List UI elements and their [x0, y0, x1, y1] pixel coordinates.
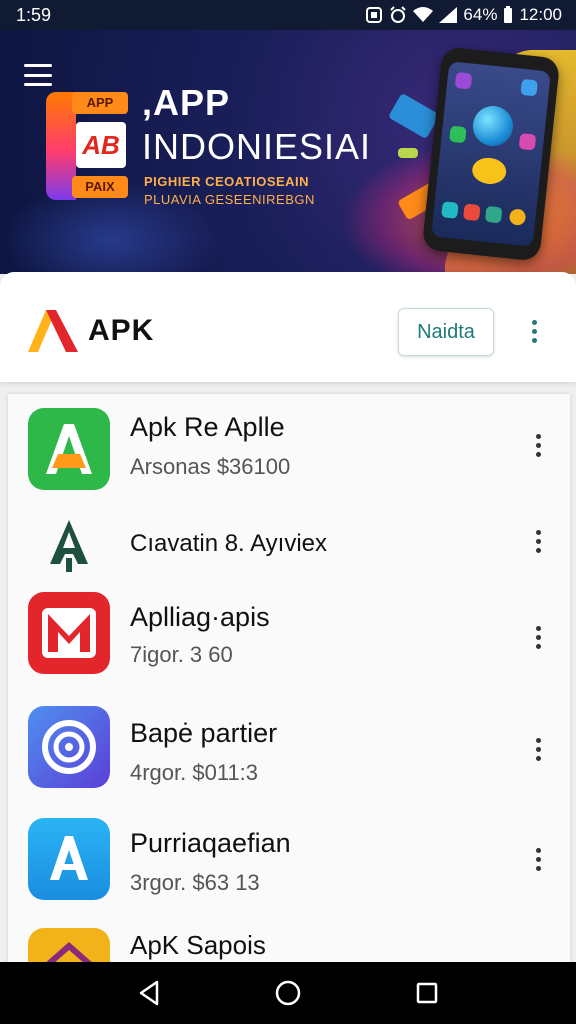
floating-card-blue [387, 92, 441, 140]
list-item[interactable]: Bapė partier 4rgor. $011:3 [8, 700, 570, 810]
app-title: Apk Re Aplle [130, 412, 285, 442]
status-time-right: 12:00 [519, 5, 562, 24]
globe-icon [470, 104, 515, 149]
header-more-icon[interactable] [532, 320, 538, 343]
hero-title-line1: ,APP [142, 82, 231, 123]
hero-badge: APP AB PAIX [46, 92, 130, 200]
phone-screen [431, 61, 551, 247]
app-title: Aplliag·apis [130, 602, 270, 632]
apk-logo-icon [28, 310, 78, 352]
app-list: Apk Re Aplle Arsonas $36100 Cıavatin 8. … [8, 394, 570, 964]
app-icon-pink [518, 132, 537, 151]
badge-mid-label: AB [76, 122, 126, 168]
badge-bottom-label: PAIX [72, 176, 128, 198]
hero-banner[interactable]: APP AB PAIX ,APP INDONIESIAI PIGHIER CEO… [0, 30, 576, 274]
phone-illustration [421, 46, 561, 262]
app-header: APK Naidta [0, 272, 576, 382]
back-nav-button[interactable] [129, 973, 169, 1013]
list-item[interactable]: Aplliag·apis 7igor. 3 60 [8, 588, 570, 698]
item-more-icon[interactable] [536, 530, 542, 553]
spiral-icon [28, 706, 110, 788]
battery-percent: 64% [463, 5, 498, 24]
wifi-icon [413, 7, 434, 22]
signal-icon [439, 7, 458, 23]
list-item[interactable]: Purriaqaefian 3rgor. $63 13 [8, 812, 570, 922]
house-icon [28, 928, 110, 964]
app-subtitle: 4rgor. $011:3 [130, 760, 259, 785]
app-title: ApK Sapois [130, 930, 266, 960]
item-more-icon[interactable] [536, 848, 542, 871]
recents-square-icon [416, 982, 437, 1004]
app-title: Purriaqaefian [130, 828, 291, 858]
item-more-icon[interactable] [536, 434, 542, 457]
brand-name: APK [88, 314, 155, 347]
app-icon-blue [520, 78, 538, 97]
tree-a-icon [28, 506, 110, 588]
home-nav-button[interactable] [268, 973, 308, 1013]
app-title: Cıavatin 8. Ayıviex [130, 530, 327, 557]
alarm-icon [390, 6, 407, 23]
status-bar: 1:59 64% 12:00 [0, 0, 576, 30]
app-subtitle: 3rgor. $63 13 [130, 870, 260, 895]
battery-icon [504, 6, 513, 23]
app-icon-cyan [441, 201, 459, 219]
home-circle-icon [275, 980, 301, 1006]
system-nav-bar [0, 962, 576, 1024]
emoji-icon [470, 156, 508, 186]
item-more-icon[interactable] [536, 738, 542, 761]
back-triangle-icon [140, 980, 159, 1006]
list-item[interactable]: Apk Re Aplle Arsonas $36100 [8, 394, 570, 504]
header-action-button[interactable]: Naidta [398, 308, 494, 356]
recents-nav-button[interactable] [407, 973, 447, 1013]
hero-subtitle-line2: PLUAVIA GESEENIREBGN [144, 192, 315, 207]
app-icon-green [449, 125, 467, 144]
badge-top-label: APP [72, 92, 128, 114]
screenshot-icon [366, 7, 383, 23]
app-subtitle: 7igor. 3 60 [130, 642, 233, 667]
app-icon-purple [454, 71, 473, 90]
app-subtitle: Arsonas $36100 [130, 454, 291, 479]
list-item[interactable]: ApK Sapois [8, 924, 570, 964]
status-time-left: 1:59 [16, 4, 52, 25]
app-store-a-icon [28, 818, 110, 900]
app-icon-teal [484, 205, 503, 224]
android-a-icon [28, 408, 110, 490]
hero-subtitle-line1: PIGHIER CEOATIOSEAIN [144, 174, 310, 189]
hero-title-line2: INDONIESIAI [142, 126, 372, 167]
item-more-icon[interactable] [536, 626, 542, 649]
hamburger-menu-icon[interactable] [24, 64, 52, 86]
app-icon-chrome [508, 208, 527, 226]
app-title: Bapė partier [130, 718, 278, 748]
m-brand-icon [28, 592, 110, 674]
floating-card-green [398, 148, 418, 158]
app-icon-red [463, 203, 481, 222]
status-icons: 64% 12:00 [365, 5, 562, 25]
